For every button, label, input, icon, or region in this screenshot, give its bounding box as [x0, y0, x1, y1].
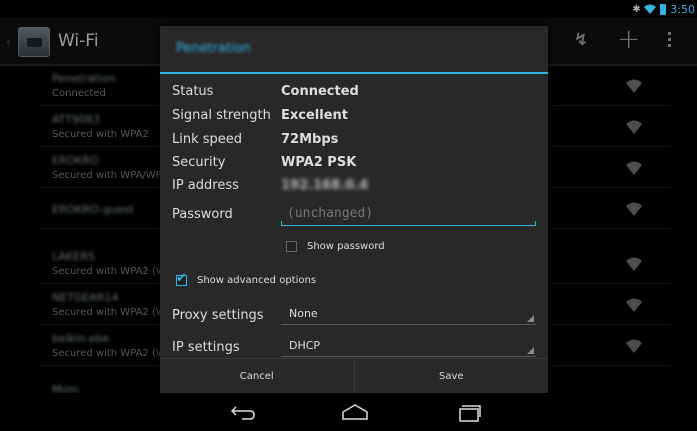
show-password-label: Show password: [307, 241, 385, 252]
clock: 3:50: [670, 2, 695, 16]
detail-label: Status: [172, 84, 214, 99]
battery-icon: [660, 3, 667, 15]
dropdown-arrow-icon: [527, 315, 534, 322]
ip-settings-label: IP settings: [172, 340, 240, 355]
wifi-icon: [644, 4, 657, 14]
password-field-underline: [281, 221, 536, 226]
dropdown-arrow-icon: [527, 347, 534, 354]
recents-icon[interactable]: [454, 401, 484, 423]
home-icon[interactable]: [340, 401, 370, 423]
checkbox-unchecked-icon[interactable]: [286, 241, 297, 252]
proxy-settings-value: None: [289, 307, 318, 320]
detail-value: Excellent: [281, 108, 348, 123]
detail-value: Connected: [281, 84, 359, 99]
status-bar: ✱ 3:50: [0, 0, 697, 18]
show-password-checkbox[interactable]: Show password: [286, 241, 385, 252]
detail-label: Security: [172, 155, 226, 170]
bluetooth-icon: ✱: [632, 3, 641, 15]
back-nav-icon[interactable]: [228, 401, 258, 423]
dialog-header: Penetration: [160, 26, 548, 74]
detail-label: Link speed: [172, 132, 243, 147]
ip-settings-value: DHCP: [289, 339, 321, 352]
proxy-settings-spinner[interactable]: None: [281, 305, 536, 325]
save-button[interactable]: Save: [353, 359, 549, 393]
ip-settings-spinner[interactable]: DHCP: [281, 337, 536, 357]
show-advanced-label: Show advanced options: [197, 275, 317, 286]
checkbox-checked-icon[interactable]: [176, 271, 187, 286]
password-label: Password: [172, 207, 233, 222]
cancel-button[interactable]: Cancel: [160, 359, 354, 393]
detail-label: IP address: [172, 178, 239, 193]
dialog-button-bar: Cancel Save: [160, 358, 548, 393]
show-advanced-checkbox[interactable]: Show advanced options: [176, 271, 317, 286]
proxy-settings-label: Proxy settings: [172, 308, 264, 323]
dialog-title: Penetration: [176, 41, 251, 56]
network-details-dialog: Penetration Status Connected Signal stre…: [160, 26, 548, 393]
detail-value: 192.168.0.4: [281, 178, 369, 193]
detail-value: 72Mbps: [281, 132, 339, 147]
detail-value: WPA2 PSK: [281, 155, 357, 170]
navigation-bar: [0, 393, 697, 431]
detail-label: Signal strength: [172, 108, 271, 123]
